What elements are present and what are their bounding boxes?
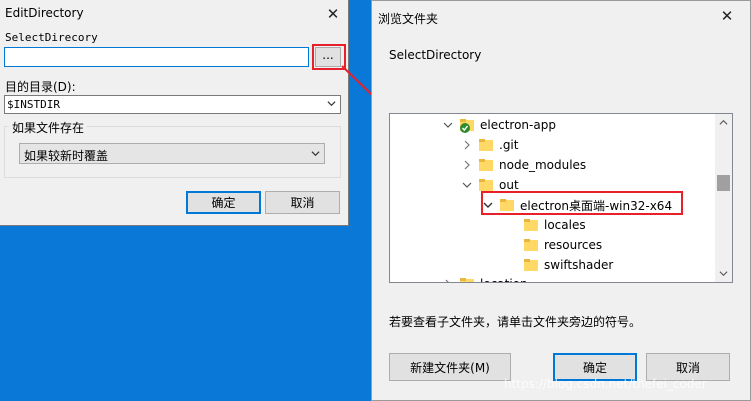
close-icon[interactable]: ✕ — [716, 5, 738, 27]
tree-label: node_modules — [499, 158, 587, 172]
scroll-up-icon[interactable] — [719, 118, 728, 127]
tree-item-resources[interactable]: resources — [524, 235, 602, 255]
dialog-title: EditDirectory — [5, 6, 84, 20]
tree-item-swiftshader[interactable]: swiftshader — [524, 255, 613, 275]
scroll-thumb[interactable] — [717, 175, 730, 191]
overwrite-value: 如果较新时覆盖 — [24, 149, 109, 163]
hint-text: 若要查看子文件夹，请单击文件夹旁边的符号。 — [389, 315, 642, 329]
folder-icon — [524, 259, 538, 271]
overwrite-combo[interactable]: 如果较新时覆盖 — [19, 143, 325, 164]
folder-icon — [479, 139, 493, 151]
chevron-down-icon — [311, 151, 320, 157]
tree-label: .git — [499, 138, 519, 152]
tree-label: out — [499, 178, 519, 192]
new-folder-button[interactable]: 新建文件夹(M) — [389, 353, 511, 381]
folder-icon — [460, 278, 474, 282]
watermark-text: https://blog.csdn.net/thefei_coder — [504, 377, 707, 391]
tree-label: location — [480, 277, 528, 282]
chevron-down-icon[interactable] — [442, 119, 454, 131]
edit-directory-dialog: EditDirectory ✕ SelectDirecory ... 目的目录(… — [0, 0, 349, 226]
chevron-right-icon[interactable] — [442, 278, 454, 282]
directory-input[interactable] — [4, 47, 309, 67]
folder-icon — [479, 159, 493, 171]
tree-item-locales[interactable]: locales — [524, 215, 586, 235]
tree-label: resources — [544, 238, 603, 252]
destination-value: $INSTDIR — [7, 98, 60, 111]
tree-item-git[interactable]: .git — [461, 135, 518, 155]
highlight-box — [481, 191, 683, 215]
ok-button[interactable]: 确定 — [186, 191, 261, 214]
tree-label: electron-app — [480, 118, 556, 132]
browse-folder-dialog: 浏览文件夹 ✕ SelectDirectory electron-app .gi… — [371, 0, 751, 401]
folder-icon — [479, 179, 493, 191]
cancel-button[interactable]: 取消 — [265, 191, 340, 214]
folder-check-icon — [460, 119, 474, 133]
destination-combo[interactable]: $INSTDIR — [4, 95, 341, 114]
destination-label: 目的目录(D): — [5, 80, 76, 94]
chevron-right-icon[interactable] — [461, 139, 473, 151]
tree-item-electron-app[interactable]: electron-app — [442, 115, 556, 135]
tree-label: locales — [544, 218, 586, 232]
close-icon[interactable]: ✕ — [322, 3, 344, 25]
dialog-heading: SelectDirectory — [389, 48, 482, 62]
folder-icon — [524, 239, 538, 251]
chevron-down-icon[interactable] — [461, 179, 473, 191]
scroll-down-icon[interactable] — [719, 269, 728, 278]
dialog-title: 浏览文件夹 — [378, 12, 439, 26]
tree-item-node-modules[interactable]: node_modules — [461, 155, 586, 175]
tree-item-location[interactable]: location — [442, 274, 528, 282]
select-directory-label: SelectDirecory — [5, 31, 98, 44]
chevron-right-icon[interactable] — [461, 159, 473, 171]
folder-icon — [524, 219, 538, 231]
group-label: 如果文件存在 — [9, 119, 88, 136]
tree-label: swiftshader — [544, 258, 614, 272]
tree-scrollbar[interactable] — [715, 114, 732, 282]
